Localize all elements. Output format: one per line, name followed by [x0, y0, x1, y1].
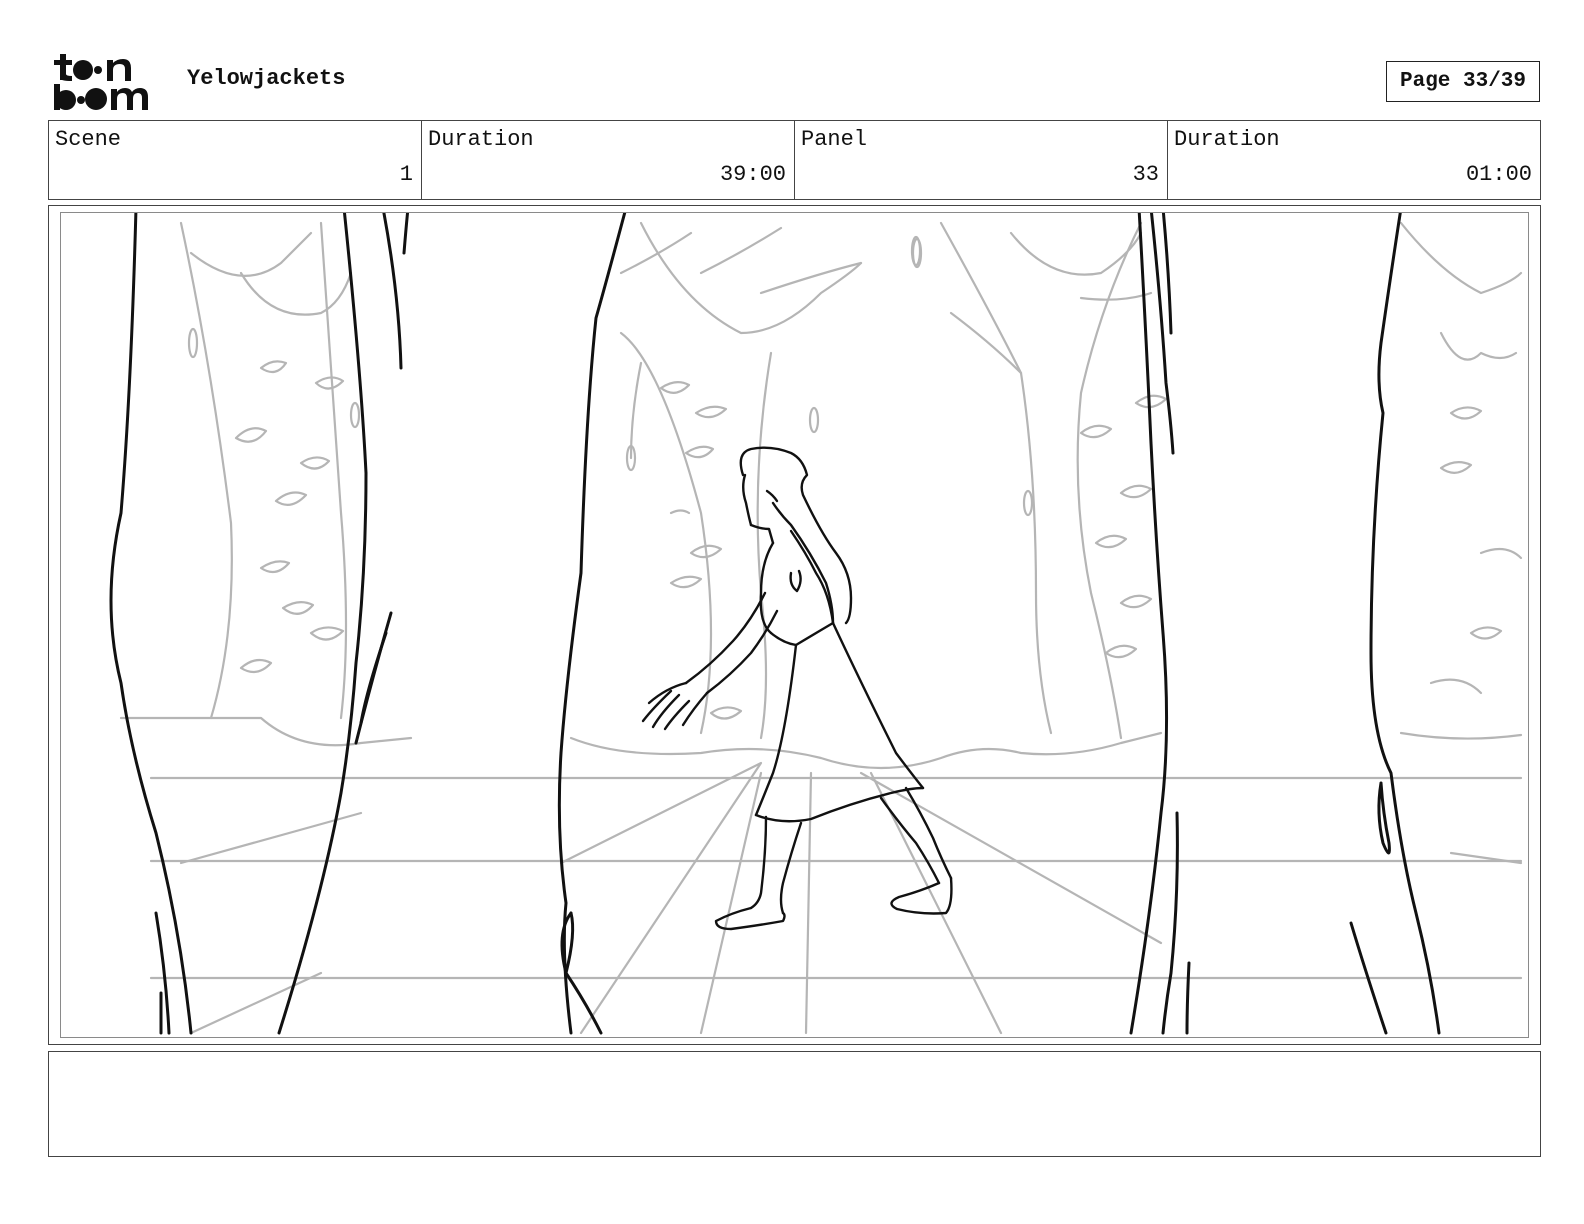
- info-row: Scene 1 Duration 39:00 Panel 33 Duration…: [48, 120, 1541, 200]
- scene-cell: Scene 1: [49, 121, 422, 199]
- panel-duration-cell: Duration 01:00: [1168, 121, 1540, 199]
- project-title: Yelowjackets: [187, 66, 346, 91]
- panel-cell: Panel 33: [795, 121, 1168, 199]
- storyboard-panel-drawing: [60, 212, 1529, 1038]
- scene-duration-cell: Duration 39:00: [422, 121, 795, 199]
- panel-duration-value: 01:00: [1465, 162, 1532, 187]
- scene-label: Scene: [55, 127, 122, 152]
- girl-figure: [641, 446, 953, 931]
- panel-value: 33: [1132, 162, 1159, 187]
- scene-value: 1: [399, 162, 413, 187]
- foreground-trunks: [109, 213, 1441, 1035]
- caption-box: [48, 1051, 1541, 1157]
- panel-label: Panel: [801, 127, 868, 152]
- scene-duration-label: Duration: [428, 127, 534, 152]
- scene-duration-value: 39:00: [719, 162, 786, 187]
- toonboom-logo: [50, 50, 165, 112]
- background-sketch: [119, 221, 1523, 1035]
- panel-duration-label: Duration: [1174, 127, 1280, 152]
- page-indicator: Page 33/39: [1386, 61, 1540, 102]
